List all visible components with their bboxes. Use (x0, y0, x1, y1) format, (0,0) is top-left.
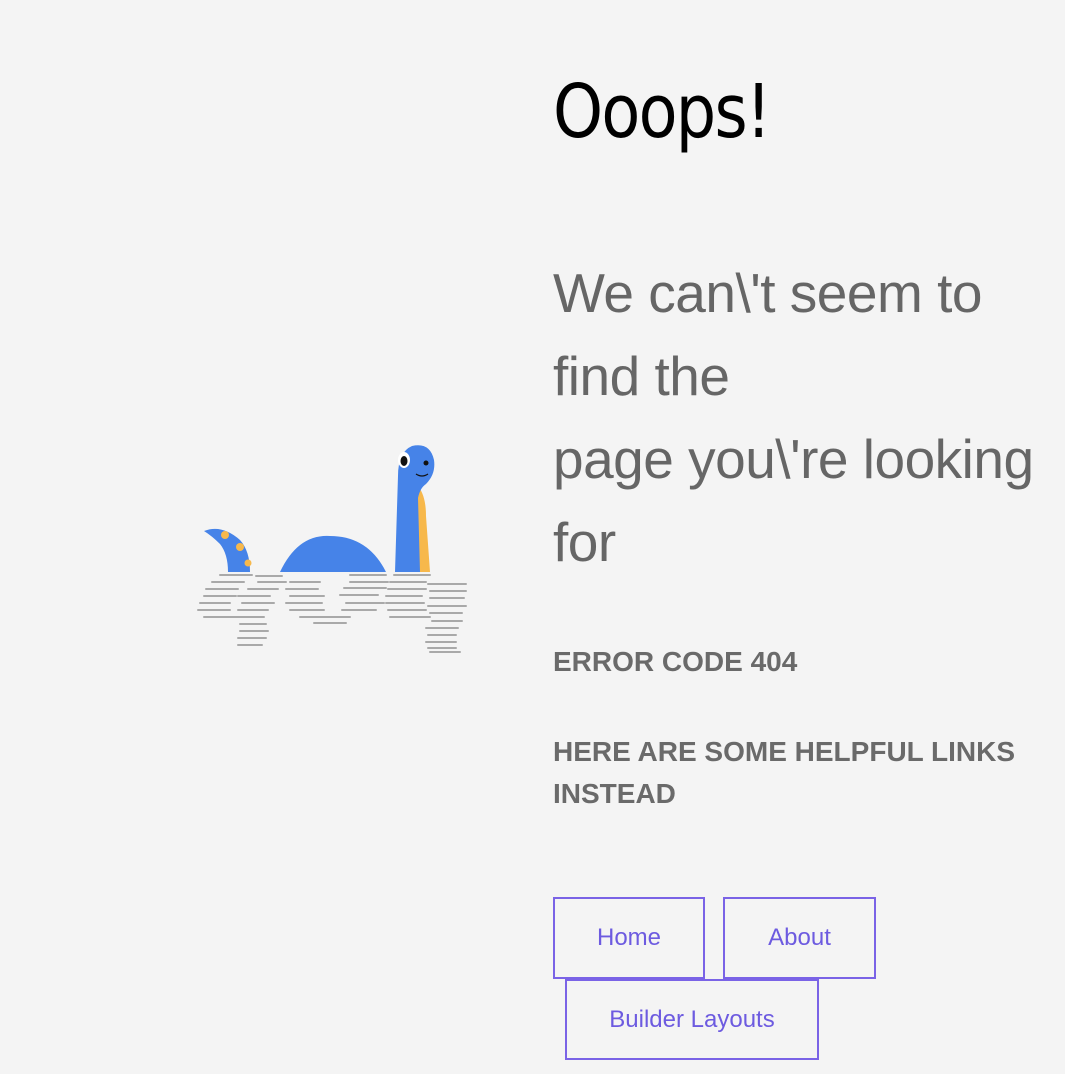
monster-hump (280, 535, 386, 572)
error-message: We can\'t seem to find the page you\'re … (553, 262, 1034, 573)
monster-neck-belly (418, 486, 430, 572)
about-link-button[interactable]: About (723, 897, 876, 979)
sea-monster-illustration (197, 445, 467, 653)
builder-layouts-link-button[interactable]: Builder Layouts (565, 979, 819, 1060)
home-link-button[interactable]: Home (553, 897, 705, 979)
page-title: Ooops! (553, 69, 771, 155)
error-code: ERROR CODE 404 (553, 646, 798, 677)
water-ripples (197, 574, 467, 653)
error-page: Ooops! We can\'t seem to find the page y… (0, 0, 1065, 1074)
helpful-links-heading: HERE ARE SOME HELPFUL LINKS INSTEAD (553, 736, 1016, 809)
